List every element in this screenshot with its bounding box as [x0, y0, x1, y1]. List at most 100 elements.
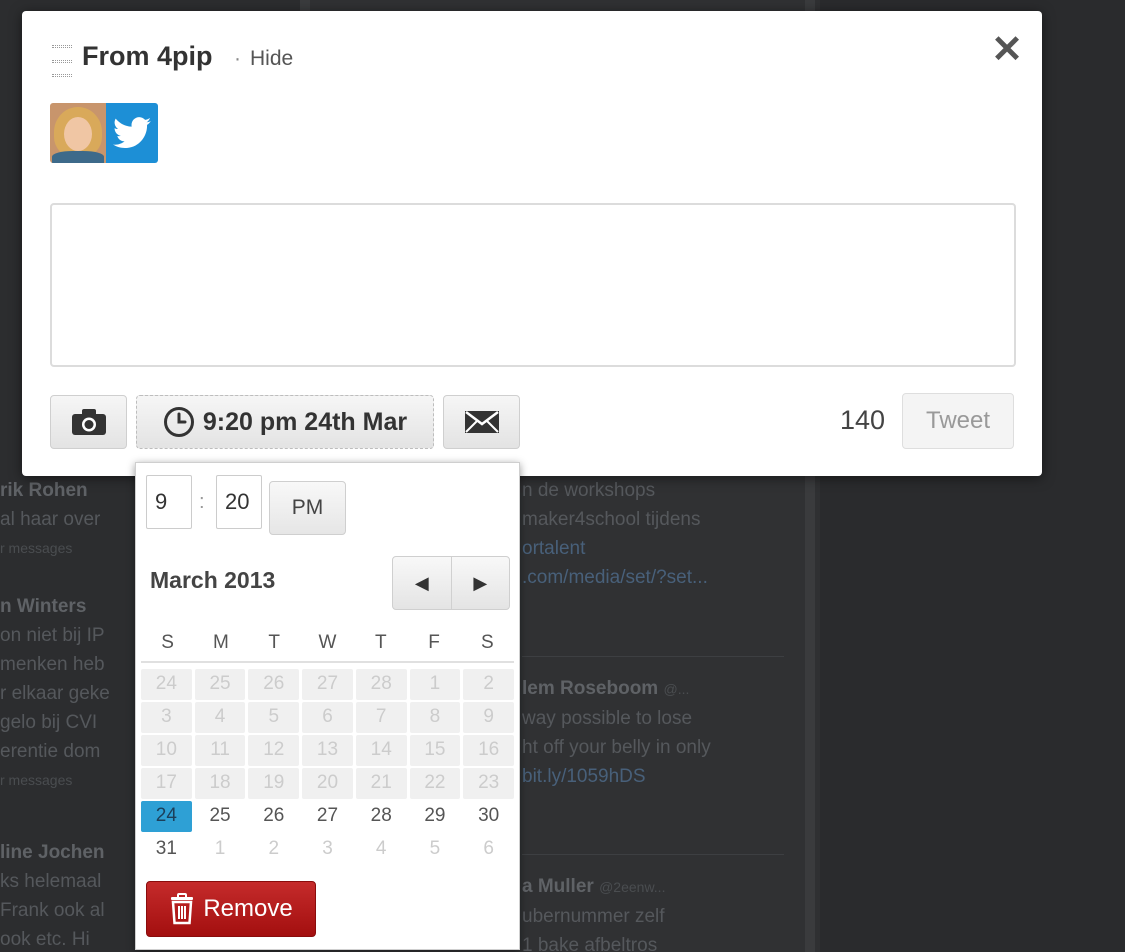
background-line: n de workshops [522, 480, 656, 501]
compose-modal: From 4pip · Hide ✕ 9:20 pm 24th Mar 140 … [22, 11, 1042, 476]
background-line: menken heb [0, 654, 105, 675]
calendar-day[interactable]: 26 [248, 801, 299, 832]
calendar-day: 10 [141, 735, 192, 766]
minute-input[interactable] [216, 475, 262, 529]
calendar-day: 23 [463, 768, 514, 799]
calendar-day: 25 [194, 669, 246, 700]
background-line: bit.ly/1059hDS [522, 766, 646, 787]
background-line: gelo bij CVI [0, 712, 98, 733]
calendar-day[interactable]: 27 [302, 801, 353, 832]
background-text: rik Rohen al haar over r messages [0, 476, 100, 563]
calendar-day: 9 [463, 702, 514, 733]
calendar-day: 2 [268, 838, 280, 859]
trash-icon [171, 893, 194, 925]
avatar [50, 103, 106, 163]
remove-schedule-button[interactable]: Remove [146, 881, 316, 937]
background-name: a Muller [522, 876, 594, 897]
weekday-label: W [318, 632, 337, 653]
calendar-day: 2 [463, 669, 514, 700]
background-line: r messages [0, 540, 73, 556]
calendar-day: 15 [409, 735, 461, 766]
calendar-day: 16 [463, 735, 514, 766]
envelope-icon [464, 411, 499, 433]
month-nav: ◀ ▶ [392, 556, 510, 610]
selected-account[interactable] [50, 103, 158, 163]
calendar-day[interactable]: 25 [195, 801, 246, 832]
background-line: al haar over [0, 509, 101, 530]
character-count: 140 [840, 405, 886, 435]
background-line: r messages [0, 772, 73, 788]
camera-icon [71, 409, 106, 435]
schedule-label: 9:20 pm 24th Mar [202, 407, 408, 436]
calendar-day: 5 [248, 702, 300, 733]
close-icon[interactable]: ✕ [990, 31, 1024, 69]
am-pm-toggle[interactable]: PM [269, 481, 346, 535]
calendar-day: 3 [141, 702, 192, 733]
background-line: ht off your belly in only [522, 737, 711, 758]
compose-textarea[interactable] [52, 205, 1014, 365]
background-line: 1 bake afbeltros [522, 935, 658, 952]
background-name: lem Roseboom [522, 678, 659, 699]
attach-photo-button[interactable] [50, 395, 127, 449]
calendar-day: 14 [355, 735, 407, 766]
calendar-day: 20 [302, 768, 353, 799]
calendar-day: 28 [355, 669, 407, 700]
selected-day[interactable]: 24 [141, 801, 192, 832]
weekday-header: S M T W T F S [141, 623, 514, 663]
background-handle: @... [663, 681, 690, 697]
calendar-day: 26 [248, 669, 300, 700]
divider [522, 656, 784, 657]
background-line: .com/media/set/?set... [522, 567, 708, 588]
calendar-day: 8 [409, 702, 461, 733]
calendar-day: 24 [141, 669, 192, 700]
time-separator: : [199, 491, 205, 513]
background-text: n de workshops maker4school tijdens orta… [522, 476, 708, 592]
calendar-day[interactable]: 30 [463, 801, 514, 832]
calendar-day: 22 [409, 768, 461, 799]
calendar-day[interactable]: 29 [410, 801, 461, 832]
background-text: lem Roseboom @... way possible to lose h… [522, 674, 711, 791]
clock-icon [163, 407, 194, 437]
calendar-day: 4 [194, 702, 246, 733]
calendar-day: 7 [355, 702, 407, 733]
previous-month-button[interactable]: ◀ [393, 557, 451, 609]
twitter-icon [106, 103, 158, 163]
calendar-day: 18 [194, 768, 246, 799]
hide-link[interactable]: Hide [250, 47, 293, 71]
compose-textarea-wrapper [50, 203, 1016, 367]
calendar-day: 19 [248, 768, 300, 799]
background-text: line Jochen ks helemaal Frank ook al ook… [0, 838, 105, 952]
schedule-date-picker: : PM March 2013 ◀ ▶ S M T W T F S 242526… [135, 462, 520, 950]
modal-title: From 4pip [82, 41, 213, 71]
background-line: n Winters [0, 596, 87, 617]
calendar-day: 6 [483, 838, 494, 859]
weekday-label: S [161, 632, 174, 653]
background-line: maker4school tijdens [522, 509, 701, 530]
remove-label: Remove [203, 895, 293, 922]
day-grid: 24 25 26 27 28 1 2 3 4 5 6 7 8 9 10 11 12 13 14 15 16 17 18 19 2… [141, 669, 514, 865]
calendar-day[interactable]: 31 [141, 834, 192, 865]
weekday-label: M [213, 632, 229, 653]
background-line: erentie dom [0, 741, 101, 762]
next-month-button[interactable]: ▶ [450, 557, 510, 609]
background-text: a Muller @2eenw... ubernummer zelf 1 bak… [522, 872, 665, 952]
calendar-day: 13 [302, 735, 353, 766]
calendar-day: 1 [409, 669, 461, 700]
email-button[interactable] [443, 395, 520, 449]
background-line: rik Rohen [0, 480, 88, 501]
calendar-day: 1 [214, 838, 226, 859]
background-line: ook etc. Hi [0, 929, 90, 950]
background-line: ubernummer zelf [522, 906, 665, 927]
tweet-button[interactable]: Tweet [902, 393, 1014, 449]
calendar-day: 21 [355, 768, 407, 799]
background-text: n Winters on niet bij IP menken heb r el… [0, 592, 110, 795]
schedule-button[interactable]: 9:20 pm 24th Mar [136, 395, 434, 449]
background-line: r elkaar geke [0, 683, 110, 704]
calendar-day: 6 [302, 702, 353, 733]
calendar-day[interactable]: 28 [356, 801, 407, 832]
hour-input[interactable] [146, 475, 192, 529]
divider [522, 854, 784, 855]
weekday-label: T [268, 632, 280, 653]
drag-handle-icon[interactable] [52, 45, 72, 77]
calendar-day: 17 [141, 768, 192, 799]
